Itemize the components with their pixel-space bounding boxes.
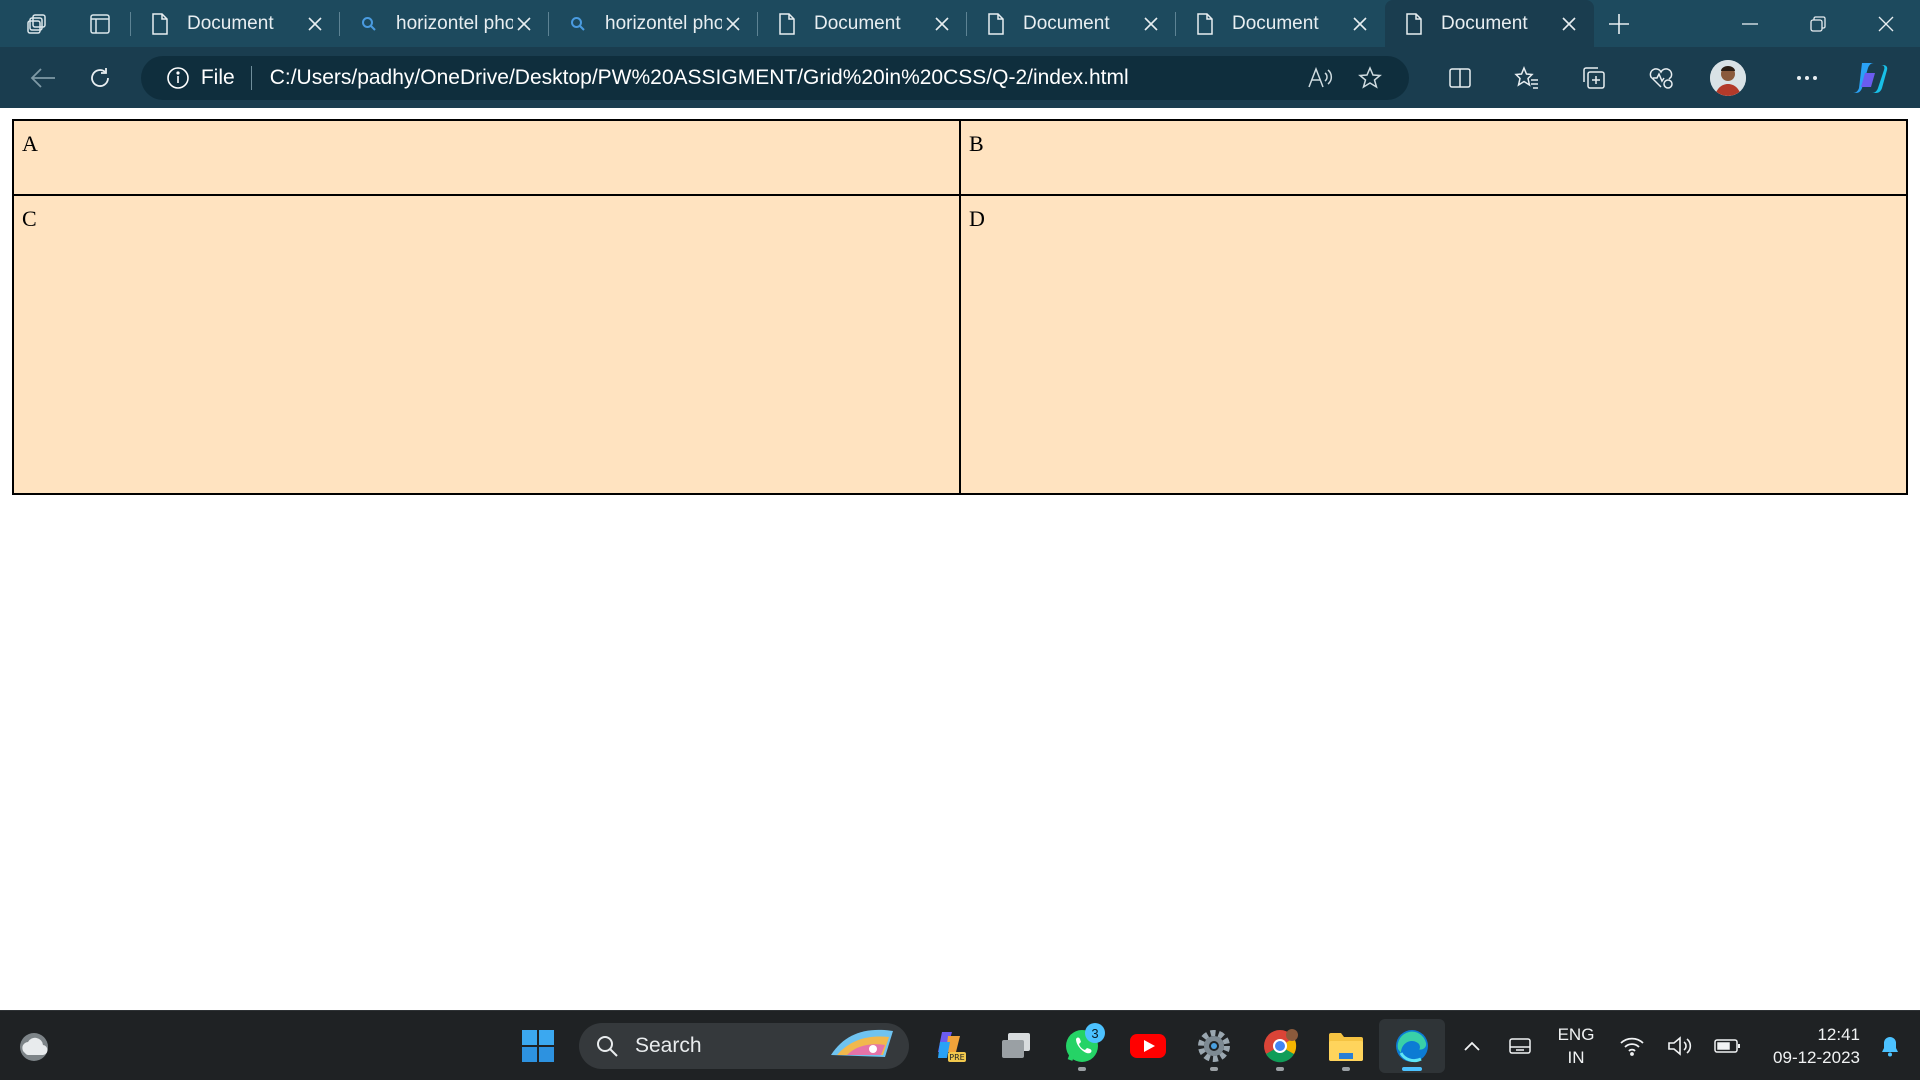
tab-document-1[interactable]: Document	[131, 0, 340, 47]
page-icon	[985, 12, 1007, 35]
page-icon	[776, 12, 798, 35]
close-icon[interactable]	[1140, 13, 1162, 35]
collections-icon[interactable]	[1561, 56, 1628, 100]
favorites-icon[interactable]	[1494, 56, 1561, 100]
tab-label: horizontel photos	[396, 12, 513, 34]
touch-keyboard-icon[interactable]	[1496, 1026, 1544, 1066]
split-screen-icon[interactable]	[1427, 56, 1494, 100]
more-options-icon[interactable]	[1774, 56, 1841, 100]
settings-icon[interactable]	[1181, 1019, 1247, 1073]
page-icon	[149, 12, 171, 35]
close-icon[interactable]	[1558, 13, 1580, 35]
weather-icon[interactable]	[16, 1029, 52, 1065]
region-code: IN	[1567, 1048, 1585, 1067]
grid-cell-c: C	[13, 195, 960, 494]
notification-badge: 3	[1085, 1023, 1105, 1043]
tab-document-4[interactable]: Document	[1176, 0, 1385, 47]
volume-icon[interactable]	[1656, 1026, 1704, 1066]
clock[interactable]: 12:41 09-12-2023	[1752, 1023, 1860, 1069]
close-icon[interactable]	[513, 13, 535, 35]
close-window-button[interactable]	[1852, 0, 1920, 47]
read-aloud-icon[interactable]	[1295, 56, 1345, 100]
tab-strip: Document horizontel photos horizontel ph…	[0, 0, 1920, 47]
tab-horizontel-photos-1[interactable]: horizontel photos	[340, 0, 549, 47]
minimize-button[interactable]	[1716, 0, 1784, 47]
tab-label: Document	[814, 12, 901, 34]
system-tray: ENG IN 12:41 09-12-2023	[1448, 1011, 1920, 1081]
url-text[interactable]: C:/Users/padhy/OneDrive/Desktop/PW%20ASS…	[270, 66, 1295, 90]
browser-essentials-icon[interactable]	[1628, 56, 1695, 100]
profile-avatar[interactable]	[1695, 56, 1762, 100]
youtube-icon[interactable]	[1115, 1019, 1181, 1073]
grid-container: A B C D	[12, 119, 1908, 495]
tab-horizontel-photos-2[interactable]: horizontel photos	[549, 0, 758, 47]
file-explorer-icon[interactable]	[1313, 1019, 1379, 1073]
grid-cell-b: B	[960, 120, 1907, 195]
scheme-label: File	[200, 65, 235, 89]
grid-cell-a: A	[13, 120, 960, 195]
task-view-icon[interactable]	[983, 1019, 1049, 1073]
page-icon	[1403, 12, 1425, 35]
clock-date: 09-12-2023	[1773, 1048, 1860, 1067]
tab-document-active[interactable]: Document	[1385, 0, 1594, 47]
grid-cell-d: D	[960, 195, 1907, 494]
chrome-icon[interactable]	[1247, 1019, 1313, 1073]
edge-icon[interactable]	[1379, 1019, 1445, 1073]
refresh-button[interactable]	[71, 56, 128, 100]
battery-icon[interactable]	[1704, 1026, 1752, 1066]
search-highlight-image	[827, 1025, 897, 1067]
tab-label: Document	[1023, 12, 1110, 34]
favorite-star-icon[interactable]	[1345, 56, 1395, 100]
taskbar: Search PRE 3 ENG IN 12:41 09-12-2023	[0, 1010, 1920, 1080]
search-icon	[567, 13, 589, 35]
wifi-icon[interactable]	[1608, 1026, 1656, 1066]
search-icon	[358, 13, 380, 35]
tab-label: Document	[1232, 12, 1319, 34]
start-button[interactable]	[505, 1019, 571, 1073]
window-controls	[1716, 0, 1920, 47]
restore-button[interactable]	[1784, 0, 1852, 47]
tab-label: Document	[187, 12, 274, 34]
page-icon	[1194, 12, 1216, 35]
tab-document-3[interactable]: Document	[967, 0, 1176, 47]
address-bar[interactable]: File C:/Users/padhy/OneDrive/Desktop/PW%…	[140, 55, 1409, 100]
tab-actions-icon[interactable]	[80, 0, 120, 47]
back-button[interactable]	[14, 56, 71, 100]
avatar	[1710, 59, 1747, 96]
taskbar-search[interactable]: Search	[579, 1023, 909, 1069]
info-icon[interactable]	[165, 65, 191, 91]
svg-text:PRE: PRE	[949, 1053, 964, 1062]
chevron-up-icon[interactable]	[1448, 1026, 1496, 1066]
new-tab-button[interactable]	[1594, 0, 1644, 47]
browser-toolbar: File C:/Users/padhy/OneDrive/Desktop/PW%…	[0, 47, 1920, 108]
clock-time: 12:41	[1817, 1025, 1860, 1044]
search-icon	[595, 1032, 623, 1060]
close-icon[interactable]	[931, 13, 953, 35]
close-icon[interactable]	[304, 13, 326, 35]
close-icon[interactable]	[1349, 13, 1371, 35]
language-indicator[interactable]: ENG IN	[1544, 1023, 1608, 1069]
copilot-icon[interactable]	[1841, 56, 1898, 100]
page-viewport: A B C D	[0, 108, 1920, 1010]
whatsapp-icon[interactable]: 3	[1049, 1019, 1115, 1073]
search-placeholder: Search	[635, 1034, 702, 1057]
language-code: ENG	[1557, 1025, 1595, 1044]
notification-bell-icon[interactable]	[1874, 1026, 1906, 1066]
tab-label: Document	[1441, 12, 1528, 34]
copilot-pre-icon[interactable]: PRE	[917, 1019, 983, 1073]
tab-document-2[interactable]: Document	[758, 0, 967, 47]
tab-label: horizontel photos	[605, 12, 722, 34]
close-icon[interactable]	[722, 13, 744, 35]
workspaces-icon[interactable]	[18, 0, 58, 47]
